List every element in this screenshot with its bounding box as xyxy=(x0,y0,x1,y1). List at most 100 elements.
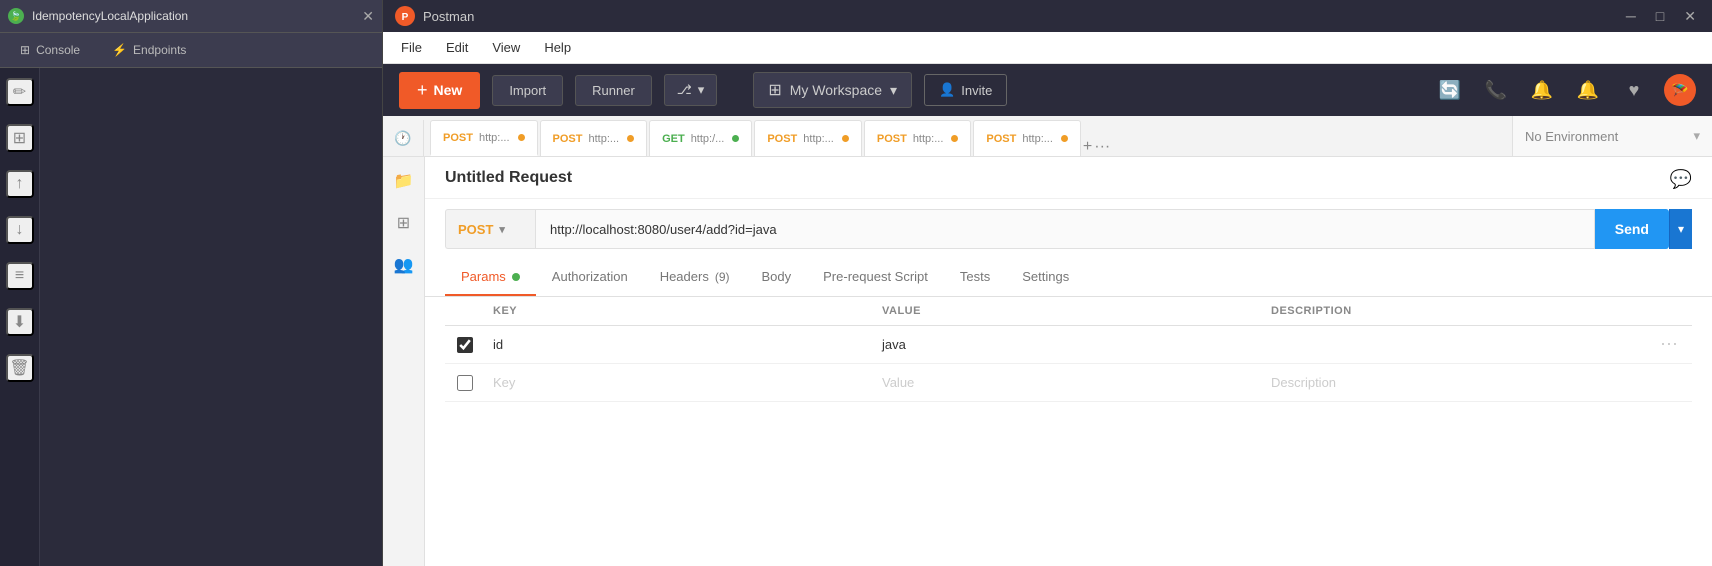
th-value: VALUE xyxy=(874,305,1263,317)
row2-key[interactable]: Key xyxy=(485,375,874,390)
row1-value-value: java xyxy=(882,337,906,352)
tab-tests[interactable]: Tests xyxy=(944,259,1006,296)
method-selector[interactable]: POST ▾ xyxy=(445,209,535,249)
alerts-button[interactable]: 🔔 xyxy=(1572,74,1604,106)
menu-file[interactable]: File xyxy=(399,36,424,59)
row1-value: java xyxy=(874,337,1263,352)
tab-2[interactable]: GET http:/... xyxy=(649,120,752,156)
user-avatar[interactable]: 🪂 xyxy=(1664,74,1696,106)
phone-icon-btn[interactable]: 📞 xyxy=(1480,74,1512,106)
row1-key-value: id xyxy=(493,337,503,352)
headers-label: Headers xyxy=(660,269,709,284)
menu-edit[interactable]: Edit xyxy=(444,36,470,59)
row1-checkbox[interactable] xyxy=(457,337,473,353)
new-label: New xyxy=(434,82,463,98)
tab-pre-request[interactable]: Pre-request Script xyxy=(807,259,944,296)
url-input[interactable] xyxy=(535,209,1595,249)
row1-more-icon[interactable]: ⋯ xyxy=(1660,334,1678,354)
api-button[interactable]: ⊞ xyxy=(390,209,418,237)
workspace-button[interactable]: ⊞ My Workspace ▾ xyxy=(753,72,912,108)
fork-button[interactable]: ⎇ ▾ xyxy=(664,74,718,106)
request-section-tabs: Params Authorization Headers (9) Body P xyxy=(425,259,1712,297)
close-button[interactable]: ✕ xyxy=(1680,8,1700,25)
method-value: POST xyxy=(458,222,493,237)
method-post-3: POST xyxy=(767,133,797,145)
row2-checkbox[interactable] xyxy=(457,375,473,391)
notifications-button[interactable]: 🔔 xyxy=(1526,74,1558,106)
list-icon-btn[interactable]: ≡ xyxy=(6,262,34,290)
invite-button[interactable]: 👤 Invite xyxy=(924,74,1007,106)
tab-body[interactable]: Body xyxy=(746,259,808,296)
row2-value-placeholder: Value xyxy=(882,375,914,390)
tab-url-5: http:... xyxy=(1022,133,1053,145)
maximize-button[interactable]: □ xyxy=(1652,8,1668,25)
import-label: Import xyxy=(509,83,546,98)
history-button[interactable]: 🕐 xyxy=(389,124,417,152)
runner-button[interactable]: Runner xyxy=(575,75,652,106)
download-icon-btn[interactable]: ⬇ xyxy=(6,308,34,336)
tab-authorization[interactable]: Authorization xyxy=(536,259,644,296)
tab-headers[interactable]: Headers (9) xyxy=(644,259,746,296)
up-icon-btn[interactable]: ↑ xyxy=(6,170,34,198)
fork-arrow: ▾ xyxy=(698,82,705,98)
send-dropdown-button[interactable]: ▾ xyxy=(1669,209,1692,249)
tab-params[interactable]: Params xyxy=(445,259,536,296)
tab-4[interactable]: POST http:... xyxy=(864,120,972,156)
endpoints-tab[interactable]: ⚡ Endpoints xyxy=(104,39,194,61)
th-checkbox xyxy=(445,305,485,317)
tab-dot-5 xyxy=(1061,135,1068,142)
tab-dot-0 xyxy=(518,134,525,141)
row2-desc-placeholder: Description xyxy=(1271,375,1336,390)
endpoints-icon: ⚡ xyxy=(112,43,127,57)
down-icon-btn[interactable]: ↓ xyxy=(6,216,34,244)
tab-1[interactable]: POST http:... xyxy=(540,120,648,156)
send-button[interactable]: Send xyxy=(1595,209,1669,249)
row2-value[interactable]: Value xyxy=(874,375,1263,390)
menu-bar: File Edit View Help xyxy=(383,32,1712,64)
tab-3[interactable]: POST http:... xyxy=(754,120,862,156)
console-tab[interactable]: ⊞ Console xyxy=(12,39,88,61)
more-tabs-button[interactable]: ··· xyxy=(1094,138,1110,156)
tab-dot-2 xyxy=(732,135,739,142)
grid-icon-btn[interactable]: ⊞ xyxy=(6,124,34,152)
heart-button[interactable]: ♥ xyxy=(1618,74,1650,106)
request-title-area: Untitled Request 💬 xyxy=(425,157,1712,199)
ide-sidebar-icons: ✏ ⊞ ↑ ↓ ≡ ⬇ 🗑 xyxy=(0,68,40,566)
body-label: Body xyxy=(762,269,792,284)
edit-icon-btn[interactable]: ✏ xyxy=(6,78,34,106)
url-row: POST ▾ Send ▾ xyxy=(425,199,1712,259)
row2-checkbox-cell xyxy=(445,375,485,391)
console-icon: ⊞ xyxy=(20,43,30,57)
add-tab-button[interactable]: + xyxy=(1083,138,1092,156)
endpoints-label: Endpoints xyxy=(133,43,186,57)
workspace-arrow: ▾ xyxy=(890,82,897,99)
postman-app: P Postman ─ □ ✕ File Edit View Help + Ne… xyxy=(383,0,1712,566)
method-post-4: POST xyxy=(877,133,907,145)
ide-toolbar: ⊞ Console ⚡ Endpoints xyxy=(0,32,382,68)
comment-icon[interactable]: 💬 xyxy=(1670,169,1692,190)
collection-button[interactable]: 📁 xyxy=(390,167,418,195)
row1-key: id xyxy=(485,337,874,352)
import-button[interactable]: Import xyxy=(492,75,563,106)
row2-description[interactable]: Description xyxy=(1263,375,1652,390)
request-title: Untitled Request xyxy=(445,169,572,186)
tab-0[interactable]: POST http:... xyxy=(430,120,538,156)
sync-button[interactable]: 🔄 xyxy=(1434,74,1466,106)
postman-title-bar: P Postman ─ □ ✕ xyxy=(383,0,1712,32)
new-button[interactable]: + New xyxy=(399,72,480,109)
method-post-5: POST xyxy=(986,133,1016,145)
settings-label: Settings xyxy=(1022,269,1069,284)
menu-view[interactable]: View xyxy=(490,36,522,59)
team-button[interactable]: 👥 xyxy=(390,251,418,279)
minimize-button[interactable]: ─ xyxy=(1622,8,1640,25)
tab-5[interactable]: POST http:... xyxy=(973,120,1081,156)
method-post-0: POST xyxy=(443,132,473,144)
tab-settings[interactable]: Settings xyxy=(1006,259,1085,296)
menu-help[interactable]: Help xyxy=(542,36,573,59)
tab-url-1: http:... xyxy=(588,133,619,145)
send-label: Send xyxy=(1615,221,1649,237)
environment-selector[interactable]: No Environment ▾ xyxy=(1512,116,1712,156)
ide-close-button[interactable]: ✕ xyxy=(362,8,374,25)
trash-icon-btn[interactable]: 🗑 xyxy=(6,354,34,382)
params-table: KEY VALUE DESCRIPTION id xyxy=(425,297,1712,402)
